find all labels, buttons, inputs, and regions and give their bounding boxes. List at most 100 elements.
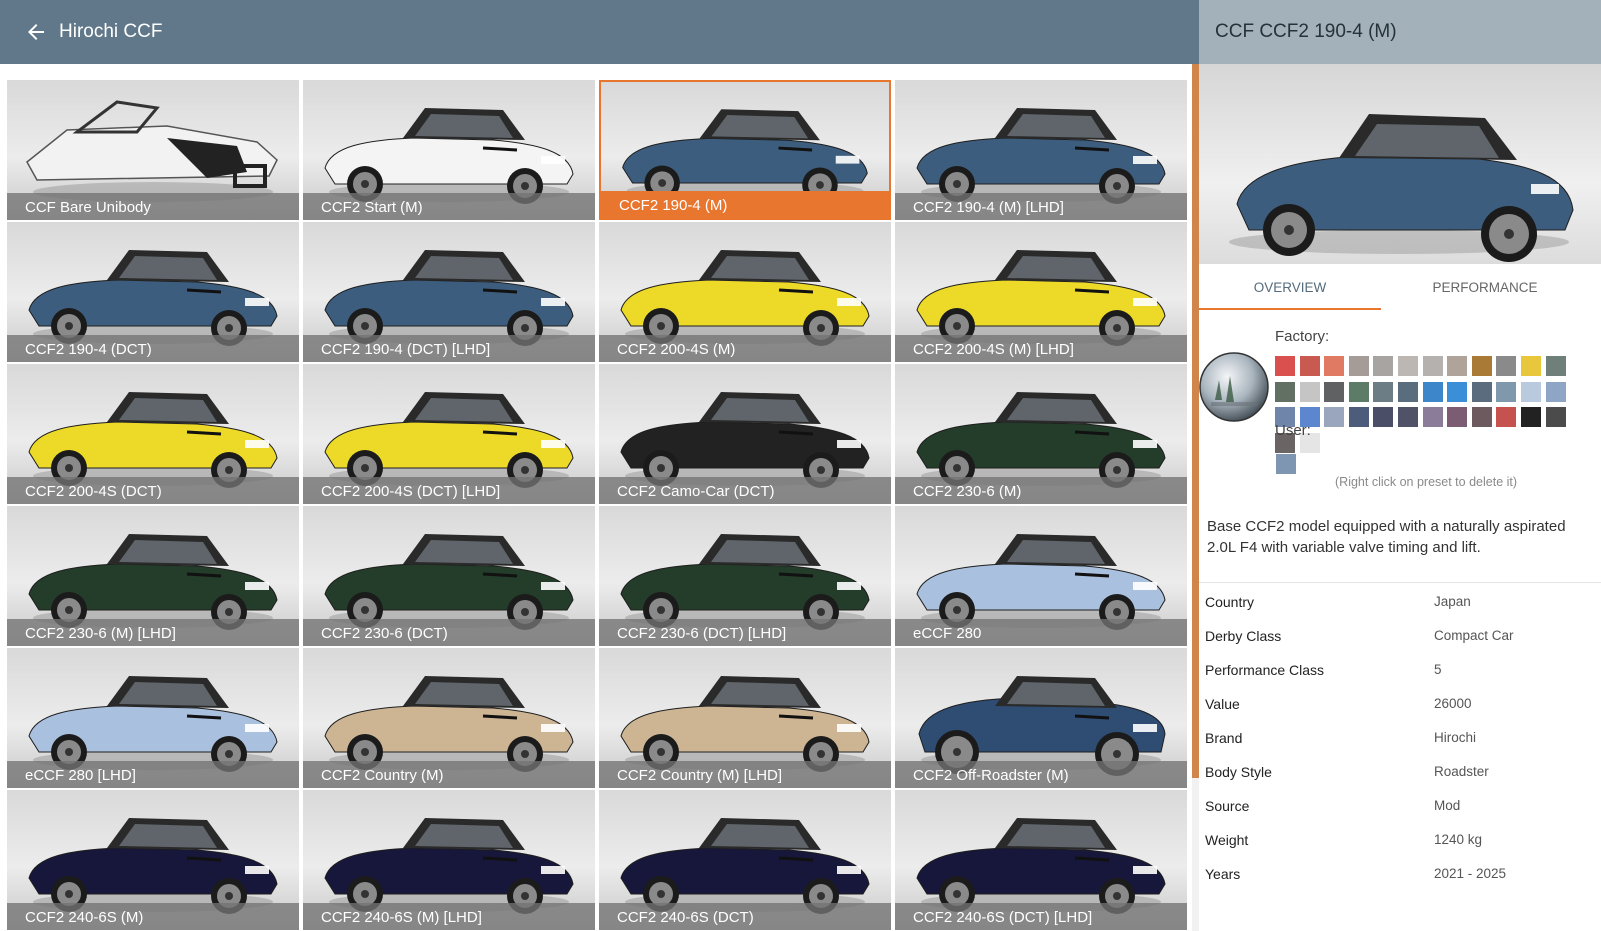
vehicle-config-tile[interactable]: CCF2 200-4S (DCT) [LHD]: [303, 364, 595, 504]
paint-swatch[interactable]: [1422, 381, 1443, 402]
info-value: Japan: [1434, 594, 1471, 609]
vehicle-config-tile[interactable]: CCF2 230-6 (DCT) [LHD]: [599, 506, 891, 646]
vehicle-config-tile[interactable]: CCF2 230-6 (M): [895, 364, 1187, 504]
delete-hint: (Right click on preset to delete it): [1335, 475, 1518, 489]
info-value: Mod: [1434, 798, 1461, 813]
vehicle-config-label: CCF2 200-4S (M) [LHD]: [895, 335, 1187, 362]
info-value: 2021 - 2025: [1434, 866, 1507, 881]
vehicle-config-tile[interactable]: CCF2 190-4 (DCT) [LHD]: [303, 222, 595, 362]
info-row: Value 26000: [1205, 687, 1601, 721]
paint-swatch[interactable]: [1520, 407, 1541, 427]
vehicle-config-tile[interactable]: CCF2 Off-Roadster (M): [895, 648, 1187, 788]
vehicle-config-tile[interactable]: CCF2 240-6S (DCT): [599, 790, 891, 930]
paint-swatch[interactable]: [1520, 381, 1541, 402]
paint-swatch[interactable]: [1496, 381, 1517, 402]
info-row: Country Japan: [1205, 585, 1601, 619]
info-value: Roadster: [1434, 764, 1489, 779]
paint-swatch[interactable]: [1397, 407, 1418, 427]
details-panel: CCF CCF2 190-4 (M) OVERVIEW PERFORMANCE …: [1199, 0, 1601, 931]
vehicle-config-tile[interactable]: CCF2 190-4 (M) [LHD]: [895, 80, 1187, 220]
paint-swatch[interactable]: [1471, 407, 1492, 427]
paint-swatch[interactable]: [1397, 381, 1418, 402]
info-key: Brand: [1205, 730, 1243, 746]
vehicle-config-tile[interactable]: CCF2 Country (M): [303, 648, 595, 788]
info-key: Value: [1205, 696, 1240, 712]
vehicle-config-tile[interactable]: CCF2 240-6S (M): [7, 790, 299, 930]
vehicle-config-tile[interactable]: CCF2 240-6S (M) [LHD]: [303, 790, 595, 930]
vehicle-config-label: CCF2 230-6 (M) [LHD]: [7, 619, 299, 646]
vehicle-config-grid: CCF Bare Unibody CCF2 Start (M) CCF2 190-4…: [7, 80, 1187, 930]
paint-swatch[interactable]: [1299, 356, 1320, 376]
paint-swatch[interactable]: [1496, 407, 1517, 427]
info-key: Years: [1205, 866, 1241, 882]
back-arrow-icon[interactable]: [24, 20, 48, 44]
info-value: 26000: [1434, 696, 1472, 711]
vehicle-config-label: CCF2 Country (M): [303, 761, 595, 788]
vehicle-config-label: CCF2 240-6S (M): [7, 903, 299, 930]
paint-swatch[interactable]: [1545, 381, 1566, 402]
paint-swatch[interactable]: [1397, 356, 1418, 376]
info-row: Performance Class 5: [1205, 653, 1601, 687]
vehicle-config-tile[interactable]: CCF2 230-6 (M) [LHD]: [7, 506, 299, 646]
info-value: Compact Car: [1434, 628, 1514, 643]
paint-preview-sphere[interactable]: [1199, 352, 1269, 422]
vehicle-config-tile[interactable]: CCF2 200-4S (DCT): [7, 364, 299, 504]
paint-swatch[interactable]: [1520, 356, 1541, 376]
factory-swatches: [1275, 356, 1595, 453]
vehicle-preview-image: [1199, 64, 1601, 264]
paint-swatch[interactable]: [1447, 407, 1468, 427]
vehicle-config-label: CCF2 240-6S (DCT) [LHD]: [895, 903, 1187, 930]
info-row: Derby Class Compact Car: [1205, 619, 1601, 653]
vehicle-config-label: CCF2 190-4 (M) [LHD]: [895, 193, 1187, 220]
info-value: 5: [1434, 662, 1442, 677]
paint-swatch[interactable]: [1275, 381, 1295, 402]
paint-swatch[interactable]: [1373, 407, 1394, 427]
tab-performance[interactable]: PERFORMANCE: [1389, 266, 1581, 310]
info-key: Performance Class: [1205, 662, 1325, 678]
vehicle-config-tile[interactable]: CCF Bare Unibody: [7, 80, 299, 220]
vehicle-config-tile[interactable]: CCF2 190-4 (M): [599, 80, 891, 220]
paint-swatch[interactable]: [1324, 356, 1345, 376]
info-value: 1240 kg: [1434, 832, 1483, 847]
paint-swatch[interactable]: [1422, 407, 1443, 427]
vehicle-config-tile[interactable]: CCF2 230-6 (DCT): [303, 506, 595, 646]
paint-swatch[interactable]: [1348, 407, 1369, 427]
vehicle-config-tile[interactable]: CCF2 Start (M): [303, 80, 595, 220]
vehicle-config-tile[interactable]: CCF2 240-6S (DCT) [LHD]: [895, 790, 1187, 930]
divider: [1199, 582, 1601, 583]
vehicle-config-tile[interactable]: CCF2 Country (M) [LHD]: [599, 648, 891, 788]
paint-swatch[interactable]: [1348, 356, 1369, 376]
info-key: Country: [1205, 594, 1255, 610]
paint-swatch[interactable]: [1299, 381, 1320, 402]
vehicle-config-tile[interactable]: eCCF 280 [LHD]: [7, 648, 299, 788]
user-paint-swatch[interactable]: [1276, 454, 1296, 474]
info-row: Source Mod: [1205, 789, 1601, 823]
paint-swatch[interactable]: [1471, 356, 1492, 376]
info-row: Weight 1240 kg: [1205, 823, 1601, 857]
info-value: Hirochi: [1434, 730, 1477, 745]
paint-swatch[interactable]: [1496, 356, 1517, 376]
paint-swatch[interactable]: [1545, 356, 1566, 376]
page-title: Hirochi CCF: [59, 21, 163, 42]
paint-swatch[interactable]: [1545, 407, 1566, 427]
paint-swatch[interactable]: [1447, 381, 1468, 402]
tab-overview[interactable]: OVERVIEW: [1199, 266, 1381, 310]
paint-swatch[interactable]: [1447, 356, 1468, 376]
vehicle-config-tile[interactable]: CCF2 Camo-Car (DCT): [599, 364, 891, 504]
vehicle-config-tile[interactable]: eCCF 280: [895, 506, 1187, 646]
paint-swatch[interactable]: [1471, 381, 1492, 402]
vehicle-config-label: CCF2 Country (M) [LHD]: [599, 761, 891, 788]
scrollbar-thumb[interactable]: [1192, 64, 1199, 778]
paint-swatch[interactable]: [1373, 381, 1394, 402]
paint-swatch[interactable]: [1348, 381, 1369, 402]
top-bar: Hirochi CCF: [0, 0, 1199, 64]
paint-swatch[interactable]: [1275, 356, 1295, 376]
info-row: Brand Hirochi: [1205, 721, 1601, 755]
vehicle-config-tile[interactable]: CCF2 200-4S (M): [599, 222, 891, 362]
vehicle-config-tile[interactable]: CCF2 190-4 (DCT): [7, 222, 299, 362]
paint-swatch[interactable]: [1324, 381, 1345, 402]
vehicle-config-tile[interactable]: CCF2 200-4S (M) [LHD]: [895, 222, 1187, 362]
paint-swatch[interactable]: [1324, 407, 1345, 427]
paint-swatch[interactable]: [1422, 356, 1443, 376]
paint-swatch[interactable]: [1373, 356, 1394, 376]
